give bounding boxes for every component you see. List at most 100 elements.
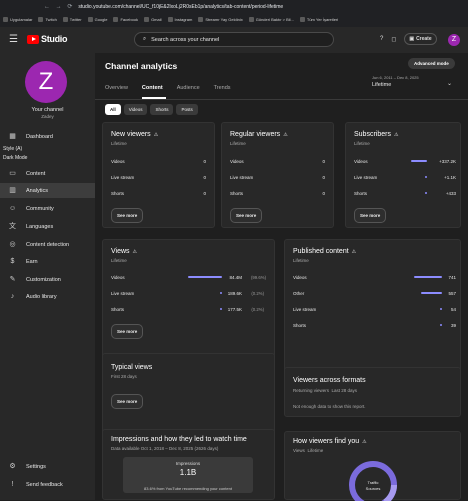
nav-arrows-icon[interactable]: ← → ⟳ — [44, 3, 74, 10]
row-value: 177.5K — [227, 307, 242, 312]
see-more-button[interactable]: See more — [230, 208, 263, 223]
chip-all[interactable]: All — [105, 104, 121, 115]
card-subtitle: Lifetime — [230, 141, 246, 146]
help-icon[interactable]: ? — [380, 36, 383, 42]
bookmarks-bar: Uygulamalar Twitch Twitter Google Facebook Gm… — [0, 14, 468, 25]
studio-logo[interactable]: Studio — [27, 34, 68, 44]
address-bar[interactable]: ← → ⟳ studio.youtube.com/channel/UC_f10j… — [44, 2, 464, 11]
chip-posts[interactable]: Posts — [176, 104, 198, 115]
search-input[interactable]: ⌕ Search across your channel — [134, 32, 334, 47]
see-more-button[interactable]: See more — [111, 208, 144, 223]
menu-icon[interactable]: ☰ — [9, 35, 18, 45]
empty-state-text: Not enough data to show this report. — [293, 404, 366, 409]
sidebar-item-send-feedback[interactable]: ! Send feedback — [0, 477, 95, 492]
row-value: 84.4M — [229, 275, 242, 280]
regular-viewers-card: Regular viewers ⚠ Lifetime Videos 0 Live … — [221, 122, 334, 228]
card-subtitle: Returning viewers Last 28 days — [293, 388, 358, 393]
sidebar-item-label: Community — [26, 205, 54, 212]
row-label: Live stream — [230, 175, 254, 180]
date-range-text[interactable]: Jun 6, 2011 – Dec 8, 2025 — [372, 75, 419, 80]
chip-videos[interactable]: Videos — [123, 104, 148, 115]
sidebar-item-content[interactable]: ▭ Content — [0, 166, 95, 181]
content-filter-chips: All Videos Shorts Posts — [105, 104, 198, 115]
row-value: 0 — [203, 159, 206, 164]
sidebar-item-content-detection[interactable]: ◎ Content detection — [0, 237, 95, 252]
chevron-down-icon[interactable]: ⌄ — [447, 80, 452, 87]
published-bar — [414, 276, 442, 278]
sidebar-item-audio-library[interactable]: ♪ Audio library — [0, 289, 95, 304]
tab-trends[interactable]: Trends — [214, 85, 231, 91]
tab-audience[interactable]: Audience — [177, 85, 200, 91]
account-avatar[interactable]: Z — [448, 34, 460, 46]
donut-label-a: Traffic — [367, 480, 379, 485]
channel-avatar[interactable]: Z — [25, 61, 67, 103]
card-subtitle: Lifetime — [111, 141, 127, 146]
row-label: Videos — [230, 159, 244, 164]
bookmark-icon — [62, 17, 68, 22]
bookmark-label: Tüm Yer İşaretleri — [306, 17, 339, 22]
bookmark-item[interactable]: Gmail — [144, 17, 162, 22]
tab-content[interactable]: Content — [142, 85, 163, 91]
sidebar-item-settings[interactable]: ⚙ Settings — [0, 459, 95, 474]
bookmark-label: Facebook — [120, 17, 139, 22]
bookmark-item[interactable]: Facebook — [113, 17, 138, 22]
card-subtitle: Data available Oct 1, 2018 – Dec 8, 2025… — [111, 446, 219, 451]
card-subtitle: Lifetime — [111, 258, 127, 263]
bookmark-item[interactable]: Uygulamalar — [3, 17, 32, 22]
impressions-footnote: 83.6% from YouTube recommending your con… — [144, 486, 232, 491]
tab-overview[interactable]: Overview — [105, 85, 128, 91]
see-more-button[interactable]: See more — [111, 394, 144, 409]
sidebar-item-label: Analytics — [26, 187, 49, 194]
sidebar-item-label: Dashboard — [26, 133, 53, 140]
bookmark-item[interactable]: Twitter — [62, 17, 82, 22]
sidebar-item-languages[interactable]: 文 Languages — [0, 219, 95, 234]
subscribers-bar — [411, 160, 427, 162]
youtube-logo-icon — [27, 34, 39, 44]
traffic-sources-donut — [349, 461, 397, 501]
published-bar — [440, 324, 442, 326]
chip-shorts[interactable]: Shorts — [150, 104, 174, 115]
analytics-tabs: Overview Content Audience Trends — [105, 85, 231, 91]
sidebar-item-customization[interactable]: ✎ Customization — [0, 272, 95, 287]
see-more-button[interactable]: See more — [354, 208, 387, 223]
sidebar-item-community[interactable]: ☺ Community — [0, 201, 95, 216]
bookmark-label: Google — [94, 17, 108, 22]
row-value: +433 — [445, 191, 456, 196]
impressions-label: Impressions — [175, 461, 201, 466]
create-button[interactable]: ▣ Create — [404, 33, 437, 45]
bookmark-item[interactable]: Gönderi Baktır > Bil... — [248, 17, 294, 22]
bookmark-label: Uygulamalar — [10, 17, 33, 22]
new-viewers-card: New viewers ⚠ Lifetime Videos 0 Live stre… — [102, 122, 215, 228]
row-value: 741 — [448, 275, 456, 280]
bookmark-item[interactable]: Twitch — [38, 17, 57, 22]
studio-topbar: ☰ Studio ⌕ Search across your channel ? … — [0, 27, 468, 53]
row-value: 54 — [450, 307, 456, 312]
bookmark-item[interactable]: Streamr Yay Geldinix — [198, 17, 243, 22]
row-label: Shorts — [293, 323, 307, 328]
card-title: How viewers find you ⚠ — [293, 438, 367, 445]
notifications-icon[interactable]: ◻ — [391, 36, 396, 43]
bookmark-icon — [3, 17, 8, 22]
settings-icon: ⚙ — [9, 463, 16, 470]
advanced-mode-button[interactable]: Advanced mode — [408, 58, 455, 69]
card-subtitle: Lifetime — [354, 141, 370, 146]
card-subtitle: First 28 days — [111, 374, 137, 379]
date-range-label[interactable]: Lifetime — [372, 82, 391, 88]
bookmark-item[interactable]: Google — [87, 17, 108, 22]
bookmark-item[interactable]: Instagram — [167, 17, 192, 22]
url-text[interactable]: studio.youtube.com/channel/UC_f10jE&2lxo… — [78, 4, 464, 10]
card-subtitle: Views Lifetime — [293, 448, 324, 453]
sidebar-item-dashboard[interactable]: ▦ Dashboard — [0, 129, 95, 144]
dark-mode-label: Dark Mode — [3, 155, 28, 161]
bookmark-label: Streamr Yay Geldinix — [205, 17, 243, 22]
see-more-button[interactable]: See more — [111, 324, 144, 339]
sidebar-item-analytics[interactable]: ▥ Analytics — [0, 183, 95, 198]
subscribers-card: Subscribers ⚠ Lifetime Videos +337.2K Liv… — [345, 122, 461, 228]
browser-chrome: ← → ⟳ studio.youtube.com/channel/UC_f10j… — [0, 0, 468, 27]
sidebar-item-earn[interactable]: $ Earn — [0, 254, 95, 269]
audio-library-icon: ♪ — [10, 293, 15, 300]
row-value: 0 — [203, 191, 206, 196]
tabs-divider — [95, 99, 468, 100]
bookmark-item[interactable]: Tüm Yer İşaretleri — [299, 17, 339, 22]
published-bar — [421, 292, 442, 294]
